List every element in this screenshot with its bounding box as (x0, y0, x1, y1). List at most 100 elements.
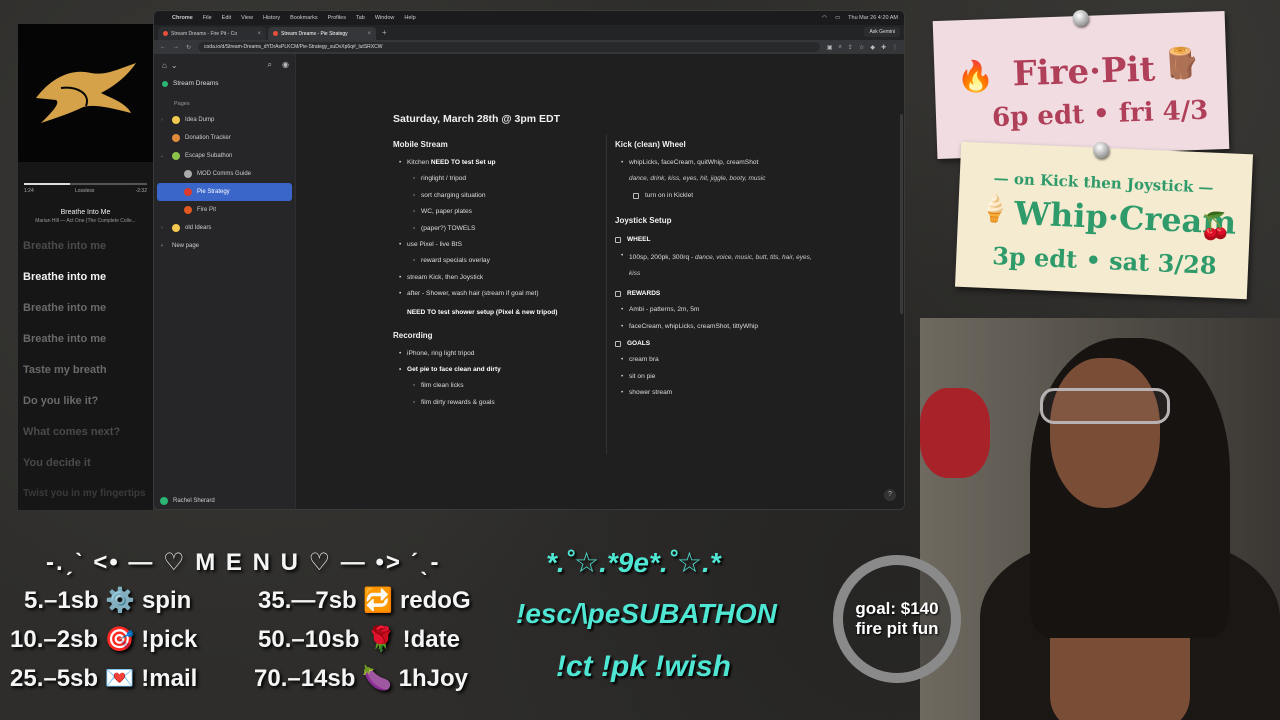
menu-dots-icon[interactable]: ⋮ (892, 44, 898, 51)
lyric-line[interactable]: Breathe into me (23, 293, 151, 324)
sidebar-item-escape-subathon[interactable]: ⌄ Escape Subathon (157, 147, 292, 165)
section-kick-wheel[interactable]: Kick (clean) Wheel (615, 140, 816, 149)
list-item[interactable]: stream Kick, then Joystick (393, 270, 593, 287)
lyric-line[interactable]: You decide it (23, 448, 151, 479)
lyric-line[interactable]: What comes next? (23, 417, 151, 448)
tab-fire-pit[interactable]: Stream Dreams - Fire Pit - Co × (158, 27, 266, 40)
checkbox[interactable] (615, 290, 621, 297)
menu-view[interactable]: View (241, 15, 253, 21)
sidebar-item-idea-dump[interactable]: › Idea Dump (157, 111, 292, 129)
lyric-line[interactable]: Breathe into me (23, 324, 151, 355)
menu-title: -.ˏˋ <• — ♡ M E N U ♡ — •> ˊˎ- (46, 549, 441, 576)
wifi-icon[interactable]: ◠ (822, 15, 827, 21)
chevron-icon[interactable]: › (157, 225, 167, 231)
home-icon[interactable]: ⌂ (162, 61, 167, 70)
list-item[interactable]: (paper?) TOWELS (393, 221, 593, 238)
back-icon[interactable]: ← (160, 44, 166, 50)
lyric-line[interactable]: Do you like it? (23, 386, 151, 417)
menu-help[interactable]: Help (404, 15, 415, 21)
chevron-icon[interactable]: › (157, 117, 167, 123)
reload-icon[interactable]: ↻ (186, 44, 191, 51)
list-item[interactable]: use Pixel - live BtS (393, 237, 593, 254)
extensions-puzzle-icon[interactable]: ✚ (881, 44, 886, 51)
lyric-line[interactable]: Twist you in my fingertips (23, 488, 151, 500)
lyric-line[interactable]: Taste my breath (23, 355, 151, 386)
list-item[interactable]: Kitchen NEED TO test Set up (393, 155, 593, 172)
tab-pie-strategy[interactable]: Stream Dreams - Pie Strategy × (268, 27, 376, 40)
list-item[interactable]: cream bra (615, 352, 816, 369)
list-item[interactable]: film clean licks (393, 378, 593, 395)
close-tab-icon[interactable]: × (367, 31, 371, 37)
zoom-icon[interactable]: ⌕ (839, 44, 842, 51)
menu-tab[interactable]: Tab (356, 15, 365, 21)
menu-file[interactable]: File (203, 15, 212, 21)
page-title[interactable]: Saturday, March 28th @ 3pm EDT (393, 113, 560, 125)
chevron-down-icon[interactable]: ⌄ (171, 61, 178, 70)
bookmark-star-icon[interactable]: ☆ (859, 44, 864, 51)
menu-history[interactable]: History (263, 15, 280, 21)
share-icon[interactable]: ⇪ (848, 44, 853, 51)
new-page-button[interactable]: + New page (157, 237, 292, 255)
section-joystick-setup[interactable]: Joystick Setup (615, 216, 816, 225)
list-item[interactable]: sort charging situation (393, 188, 593, 205)
list-item-italic[interactable]: dance, drink, kiss, eyes, hit, jiggle, b… (615, 171, 816, 187)
checkbox[interactable] (633, 192, 639, 199)
notifications-icon[interactable]: ◉ (282, 60, 289, 70)
checkbox[interactable] (615, 236, 621, 243)
list-item[interactable]: faceCream, whipLicks, creamShot, tittyWh… (615, 319, 816, 336)
list-item[interactable]: shower stream (615, 385, 816, 402)
forward-icon[interactable]: → (173, 44, 179, 50)
ask-gemini-button[interactable]: Ask Gemini (864, 27, 900, 37)
list-item[interactable]: after - Shower, wash hair (stream if goa… (393, 286, 593, 303)
menubar-app-name[interactable]: Chrome (172, 15, 193, 21)
playback-progress[interactable] (24, 183, 147, 185)
sidebar-item-old-idears[interactable]: › old Idears (157, 219, 292, 237)
list-item[interactable]: sit on pie (615, 369, 816, 386)
item-text: 100sp, 200pk, 300rq - (629, 254, 695, 262)
menu-bookmarks[interactable]: Bookmarks (290, 15, 318, 21)
list-item[interactable]: iPhone, ring light tripod (393, 346, 593, 363)
user-profile[interactable]: Rachel Sherard (160, 497, 215, 505)
address-bar[interactable]: coda.io/d/Stream-Dreams_dYDrAsPLKCM/Pie-… (198, 42, 820, 52)
mac-menubar: Chrome File Edit View History Bookmarks … (154, 11, 904, 25)
list-item[interactable]: ringlight / tripod (393, 171, 593, 188)
extension-icon[interactable]: ◆ (870, 44, 875, 51)
chevron-icon[interactable]: ⌄ (157, 153, 167, 159)
menubar-clock[interactable]: Thu Mar 26 4:20 AM (848, 15, 898, 21)
checkbox-item[interactable]: GOALS (615, 335, 816, 352)
list-item[interactable]: whipLicks, faceCream, quitWhip, creamSho… (615, 155, 816, 172)
list-item[interactable]: film dirty rewards & goals (393, 395, 593, 412)
list-item[interactable]: reward specials overlay (393, 253, 593, 270)
list-item-note[interactable]: NEED TO test shower setup (Pixel & new t… (393, 307, 593, 319)
log-icon: 🪵 (1162, 46, 1201, 82)
sidebar-item-donation-tracker[interactable]: Donation Tracker (157, 129, 292, 147)
battery-icon[interactable]: ▭ (835, 15, 840, 21)
sidebar-item-fire-pit[interactable]: Fire Pit (157, 201, 292, 219)
scrollbar[interactable] (900, 114, 903, 314)
checkbox-item[interactable]: REWARDS (615, 285, 816, 302)
close-tab-icon[interactable]: × (257, 31, 261, 37)
sidebar-item-mod-comms-guide[interactable]: MOD Comms Guide (157, 165, 292, 183)
checkbox-item[interactable]: turn on in Kicklet (615, 187, 816, 204)
cast-icon[interactable]: ▣ (827, 44, 833, 51)
lyric-line[interactable]: Breathe into me (23, 262, 151, 293)
menu-edit[interactable]: Edit (222, 15, 231, 21)
pushpin-icon (1072, 9, 1089, 27)
section-mobile-stream[interactable]: Mobile Stream (393, 140, 593, 149)
lyric-line[interactable]: Breathe into me (23, 231, 151, 262)
checkbox[interactable] (615, 340, 621, 347)
menu-window[interactable]: Window (375, 15, 395, 21)
list-item[interactable]: Get pie to face clean and dirty (393, 362, 593, 379)
doc-title[interactable]: Stream Dreams (154, 76, 295, 91)
section-recording[interactable]: Recording (393, 331, 593, 340)
checkbox-item[interactable]: WHEEL (615, 231, 816, 248)
list-item[interactable]: 100sp, 200pk, 300rq - dance, voice, musi… (615, 248, 816, 285)
list-item[interactable]: Ambi - patterns, 2m, 5m (615, 302, 816, 319)
search-icon[interactable]: ⌕ (268, 60, 272, 70)
menu-profiles[interactable]: Profiles (328, 15, 346, 21)
help-button[interactable]: ? (884, 489, 896, 501)
list-item[interactable]: WC, paper plates (393, 204, 593, 221)
sidebar-item-pie-strategy[interactable]: Pie Strategy (157, 183, 292, 201)
sidebar-item-label: Fire Pit (197, 207, 217, 213)
new-tab-icon[interactable]: + (378, 28, 391, 37)
